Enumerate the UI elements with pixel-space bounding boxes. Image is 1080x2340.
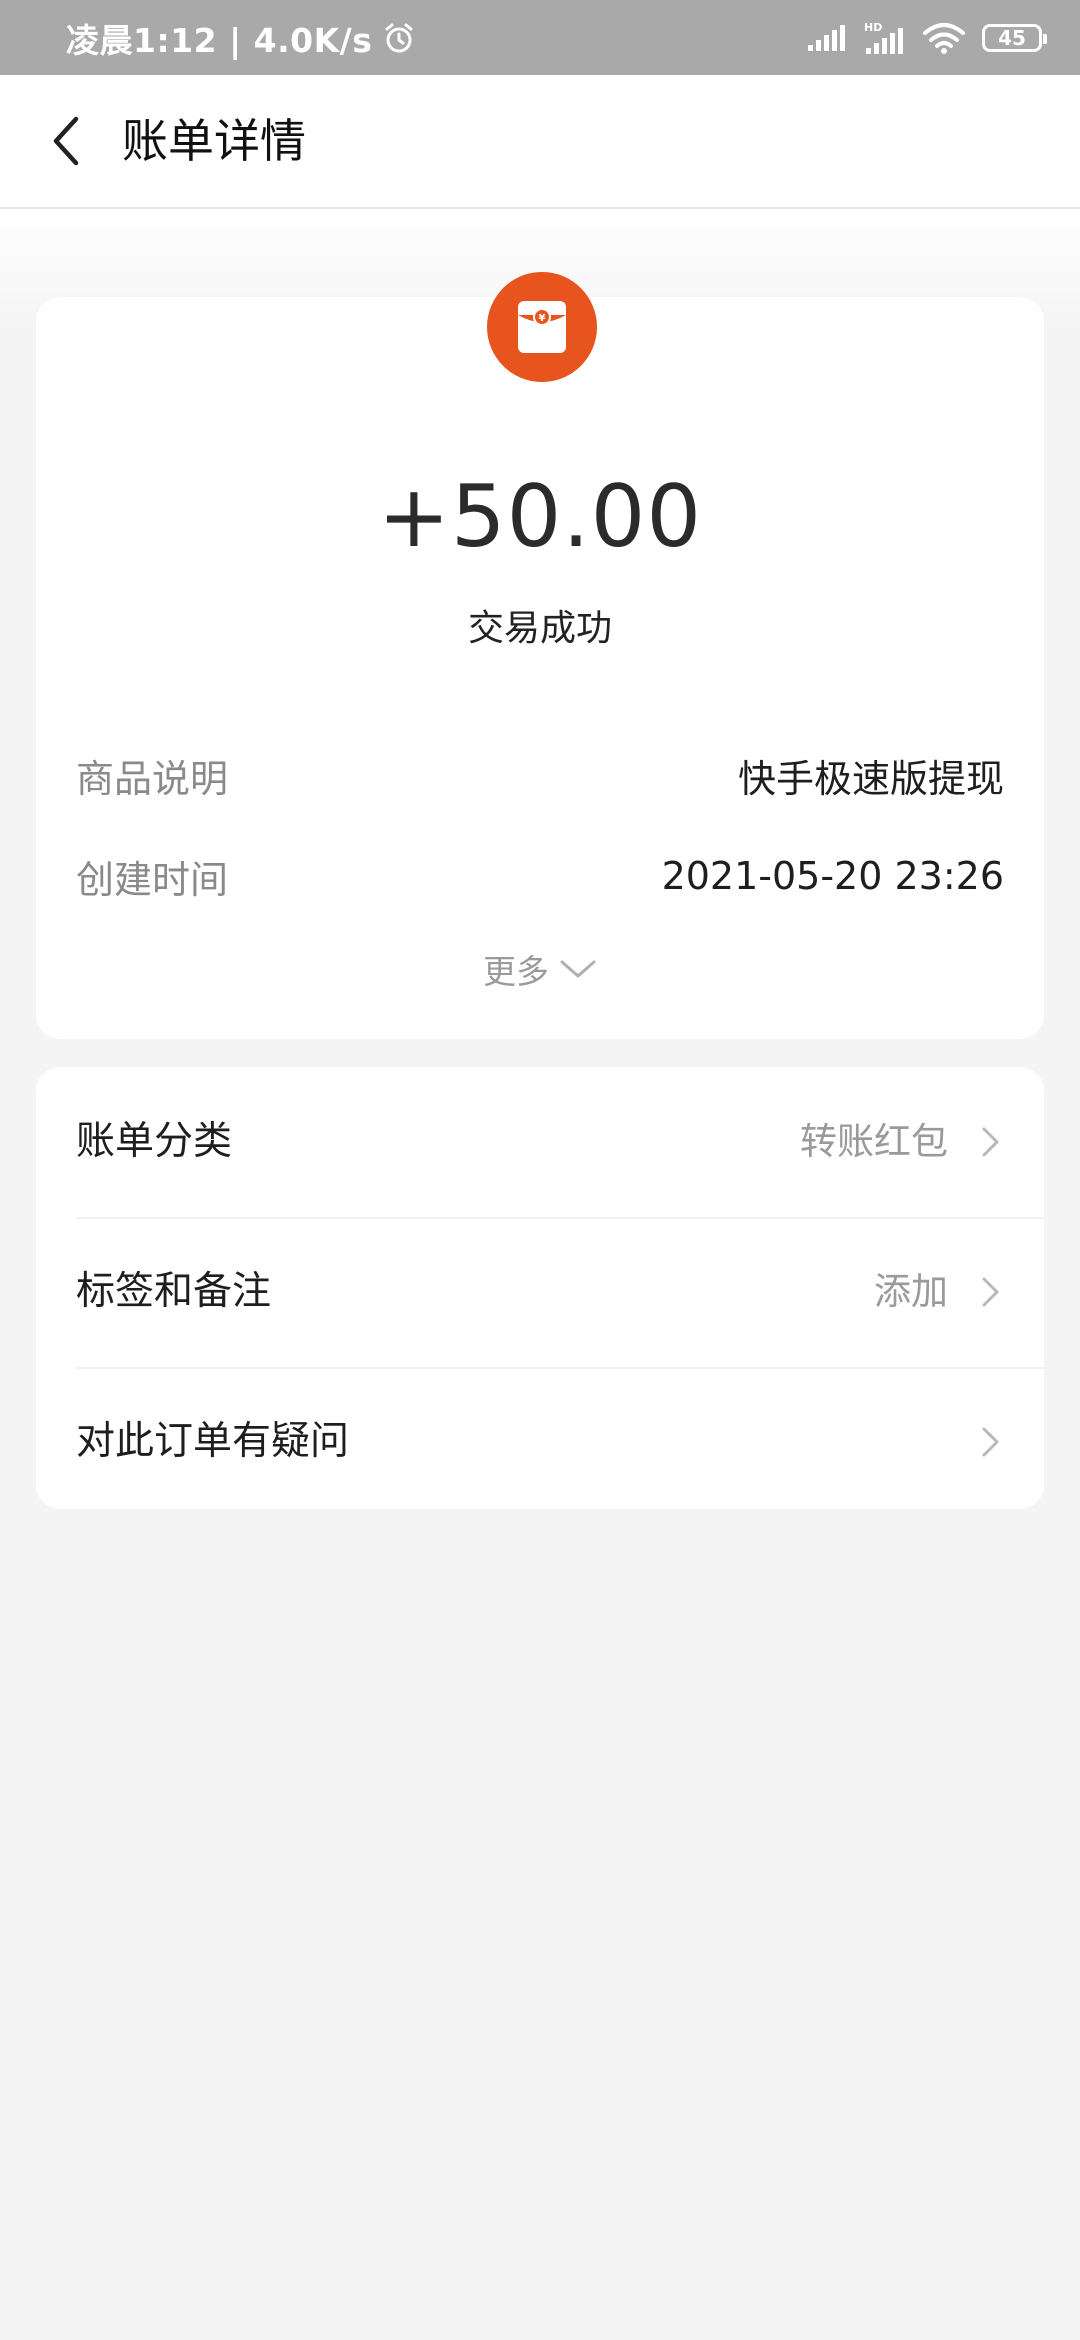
- detail-row-product: 商品说明 快手极速版提现: [76, 745, 1004, 805]
- detail-value: 2021-05-20 23:26: [661, 854, 1004, 898]
- more-button[interactable]: 更多: [36, 945, 1044, 993]
- page-title: 账单详情: [122, 114, 306, 168]
- signal-hd-icon: HD: [864, 21, 903, 54]
- chevron-down-icon: [560, 960, 596, 978]
- list-item-label: 标签和备注: [76, 1269, 272, 1314]
- transaction-card: ¥ +50.00 交易成功 商品说明 快手极速版提现 创建时间 2021-05-…: [36, 272, 1044, 1039]
- wifi-icon: [923, 22, 965, 54]
- chevron-right-icon: [982, 1277, 999, 1307]
- list-item-label: 账单分类: [76, 1119, 233, 1164]
- battery-level: 45: [998, 25, 1026, 50]
- list-item-bill-category[interactable]: 账单分类 转账红包: [36, 1067, 1044, 1217]
- list-item-label: 对此订单有疑问: [76, 1419, 350, 1464]
- battery-indicator: 45: [982, 23, 1047, 52]
- list-item-value: 添加: [874, 1270, 948, 1313]
- detail-row-time: 创建时间 2021-05-20 23:26: [76, 846, 1004, 906]
- chevron-right-icon: [982, 1127, 999, 1157]
- transaction-status: 交易成功: [467, 608, 612, 649]
- nav-bar: 账单详情: [0, 75, 1080, 209]
- options-card: 账单分类 转账红包 标签和备注 添加 对此订单有疑问: [36, 1067, 1044, 1509]
- detail-label: 创建时间: [76, 857, 229, 902]
- detail-label: 商品说明: [76, 756, 229, 801]
- list-item-tags-notes[interactable]: 标签和备注 添加: [36, 1217, 1044, 1367]
- status-left: 凌晨1:12 | 4.0K/s: [66, 0, 416, 75]
- detail-value: 快手极速版提现: [737, 756, 1004, 801]
- more-label: 更多: [483, 952, 549, 991]
- status-right: HD 45: [806, 0, 1047, 75]
- list-item-value: 转账红包: [800, 1120, 948, 1163]
- list-item-order-question[interactable]: 对此订单有疑问: [36, 1367, 1044, 1517]
- chevron-right-icon: [982, 1427, 999, 1457]
- chevron-left-icon: [53, 116, 79, 166]
- red-packet-icon: ¥: [487, 272, 597, 382]
- alarm-icon: [385, 23, 413, 52]
- status-bar: 凌晨1:12 | 4.0K/s HD 45: [0, 0, 1080, 75]
- transaction-amount: +50.00: [377, 467, 703, 567]
- svg-text:¥: ¥: [539, 313, 546, 324]
- red-packet-glyph: ¥: [518, 301, 566, 353]
- status-time: 凌晨1:12 | 4.0K/s: [66, 20, 373, 60]
- signal-icon: [808, 24, 845, 51]
- svg-text:HD: HD: [864, 21, 882, 34]
- back-button[interactable]: [36, 111, 96, 171]
